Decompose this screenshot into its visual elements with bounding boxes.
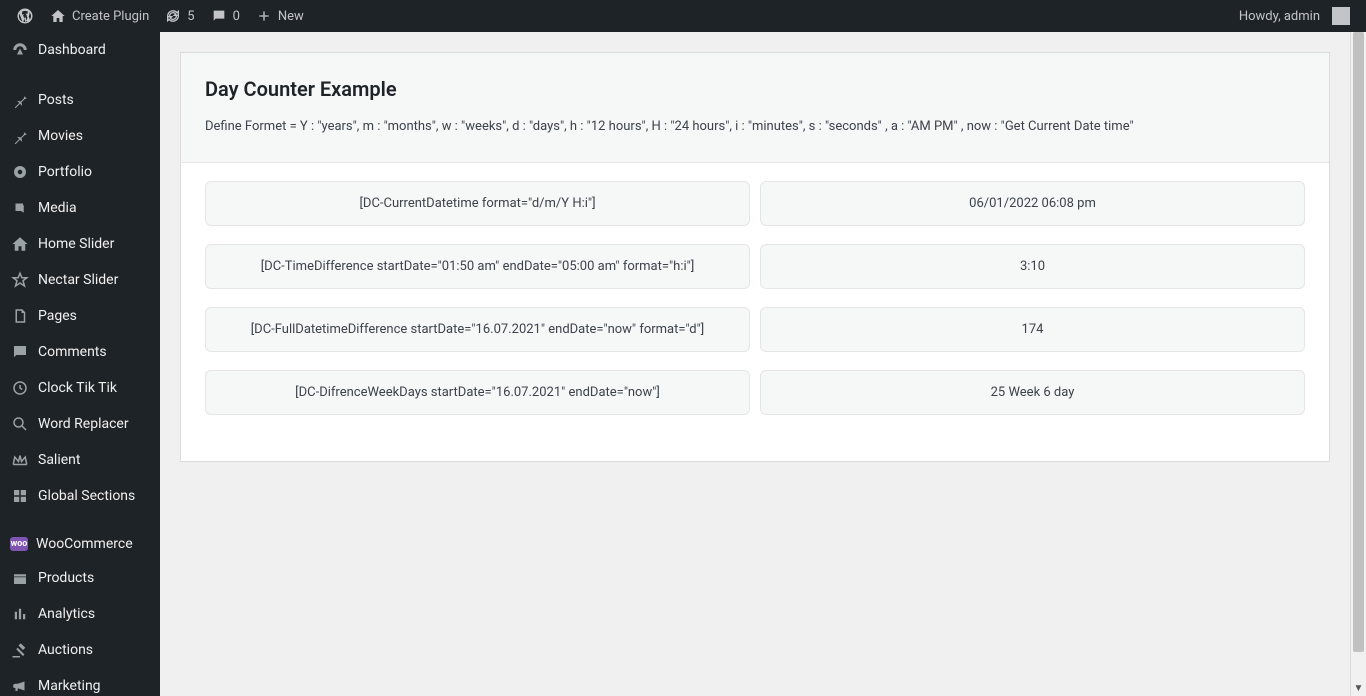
updates[interactable]: 5 (157, 0, 202, 32)
new-content[interactable]: New (248, 0, 312, 32)
sidebar-item-portfolio[interactable]: Portfolio (0, 154, 160, 190)
sidebar-item-label: Salient (38, 452, 80, 468)
avatar (1332, 7, 1350, 25)
sidebar-item-marketing[interactable]: Marketing (0, 668, 160, 696)
new-label: New (278, 9, 304, 24)
shortcode-cell: [DC-FullDatetimeDifference startDate="16… (205, 307, 750, 352)
site-name[interactable]: Create Plugin (42, 0, 157, 32)
comment-icon (10, 342, 30, 362)
content-area: Day Counter Example Define Formet = Y : … (160, 32, 1350, 696)
updates-count: 5 (187, 9, 194, 24)
sidebar-item-label: Marketing (38, 678, 101, 694)
howdy-user[interactable]: Howdy, admin (1231, 0, 1358, 32)
page-title: Day Counter Example (205, 77, 1305, 101)
comments-count: 0 (233, 9, 240, 24)
sidebar-item-clock[interactable]: Clock Tik Tik (0, 370, 160, 406)
sidebar-item-label: Auctions (38, 642, 93, 658)
sidebar-item-label: Portfolio (38, 164, 92, 180)
portfolio-icon (10, 162, 30, 182)
comment-icon (211, 8, 227, 24)
sidebar-item-movies[interactable]: Movies (0, 118, 160, 154)
sidebar-item-salient[interactable]: Salient (0, 442, 160, 478)
card-body: [DC-CurrentDatetime format="d/m/Y H:i"] … (181, 163, 1329, 461)
example-row: [DC-DifrenceWeekDays startDate="16.07.20… (205, 370, 1305, 415)
wordpress-icon (16, 7, 34, 25)
wp-logo[interactable] (8, 0, 42, 32)
example-row: [DC-TimeDifference startDate="01:50 am" … (205, 244, 1305, 289)
sidebar-item-word-replacer[interactable]: Word Replacer (0, 406, 160, 442)
grid-icon (10, 486, 30, 506)
howdy-label: Howdy, admin (1239, 9, 1320, 24)
sidebar-item-products[interactable]: Products (0, 560, 160, 596)
sidebar-item-pages[interactable]: Pages (0, 298, 160, 334)
result-cell: 174 (760, 307, 1305, 352)
home-icon (10, 234, 30, 254)
shortcode-cell: [DC-CurrentDatetime format="d/m/Y H:i"] (205, 181, 750, 226)
dashboard-icon (10, 40, 30, 60)
sidebar-item-label: Analytics (38, 606, 95, 622)
scrollbar[interactable]: ▼ (1350, 32, 1366, 696)
result-cell: 3:10 (760, 244, 1305, 289)
example-row: [DC-FullDatetimeDifference startDate="16… (205, 307, 1305, 352)
home-icon (50, 8, 66, 24)
sidebar-item-posts[interactable]: Posts (0, 82, 160, 118)
box-icon (10, 568, 30, 588)
sidebar-item-label: Home Slider (38, 236, 114, 252)
page-icon (10, 306, 30, 326)
search-icon (10, 414, 30, 434)
shortcode-cell: [DC-DifrenceWeekDays startDate="16.07.20… (205, 370, 750, 415)
adminbar-left: Create Plugin 5 0 New (8, 0, 312, 32)
result-cell: 06/01/2022 06:08 pm (760, 181, 1305, 226)
sidebar-item-label: WooCommerce (36, 536, 133, 552)
sidebar-item-label: Movies (38, 128, 83, 144)
chart-icon (10, 604, 30, 624)
sidebar-item-nectar-slider[interactable]: Nectar Slider (0, 262, 160, 298)
pin-icon (10, 126, 30, 146)
crown-icon (10, 450, 30, 470)
pin-icon (10, 90, 30, 110)
sidebar-item-label: Media (38, 200, 77, 216)
scroll-down-icon[interactable]: ▼ (1351, 683, 1366, 694)
example-card: Day Counter Example Define Formet = Y : … (180, 52, 1330, 462)
sidebar-item-label: Pages (38, 308, 77, 324)
clock-icon (10, 378, 30, 398)
page-subtitle: Define Formet = Y : "years", m : "months… (205, 119, 1305, 134)
sidebar-item-auctions[interactable]: Auctions (0, 632, 160, 668)
result-cell: 25 Week 6 day (760, 370, 1305, 415)
scrollbar-thumb[interactable] (1353, 32, 1364, 652)
media-icon (10, 198, 30, 218)
sidebar-item-media[interactable]: Media (0, 190, 160, 226)
sidebar-item-label: Word Replacer (38, 416, 129, 432)
sidebar-item-label: Clock Tik Tik (38, 380, 117, 396)
adminbar-right: Howdy, admin (1231, 0, 1358, 32)
adminbar: Create Plugin 5 0 New Howdy, admin (0, 0, 1366, 32)
gavel-icon (10, 640, 30, 660)
sidebar-item-home-slider[interactable]: Home Slider (0, 226, 160, 262)
example-row: [DC-CurrentDatetime format="d/m/Y H:i"] … (205, 181, 1305, 226)
sidebar-item-dashboard[interactable]: Dashboard (0, 32, 160, 68)
plus-icon (256, 8, 272, 24)
sidebar-item-woocommerce[interactable]: woo WooCommerce (0, 528, 160, 560)
site-name-label: Create Plugin (72, 9, 149, 24)
sidebar-item-label: Global Sections (38, 488, 135, 504)
sidebar-item-comments[interactable]: Comments (0, 334, 160, 370)
sidebar-item-analytics[interactable]: Analytics (0, 596, 160, 632)
shortcode-cell: [DC-TimeDifference startDate="01:50 am" … (205, 244, 750, 289)
sidebar-item-label: Products (38, 570, 94, 586)
woo-icon: woo (10, 537, 28, 551)
star-icon (10, 270, 30, 290)
card-header: Day Counter Example Define Formet = Y : … (181, 53, 1329, 163)
admin-sidebar: Dashboard Posts Movies Portfolio Media H… (0, 32, 160, 696)
sidebar-item-label: Posts (38, 92, 74, 108)
sidebar-item-label: Comments (38, 344, 107, 360)
sidebar-item-global-sections[interactable]: Global Sections (0, 478, 160, 514)
comments-link[interactable]: 0 (203, 0, 248, 32)
megaphone-icon (10, 676, 30, 696)
refresh-icon (165, 8, 181, 24)
sidebar-item-label: Nectar Slider (38, 272, 118, 288)
sidebar-item-label: Dashboard (38, 42, 106, 58)
